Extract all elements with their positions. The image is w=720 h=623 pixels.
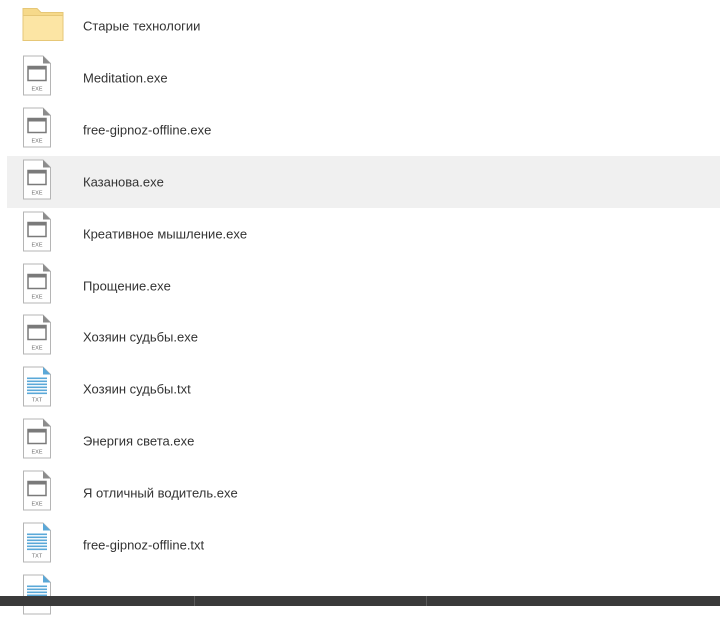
file-name: Meditation.exe [83,70,168,86]
file-row[interactable]: EXE Прощение.exe [7,260,720,312]
txt-file-icon: TXT [22,522,52,569]
exe-file-icon: EXE [22,470,52,517]
folder-icon [22,6,64,47]
file-name: Хозяин судьбы.txt [83,381,191,397]
exe-file-icon: EXE [22,211,52,258]
file-type-badge: EXE [31,243,42,249]
exe-file-icon: EXE [22,314,52,361]
file-row[interactable]: EXE Креативное мышление.exe [7,208,720,260]
file-row[interactable]: Старые технологии [7,0,720,52]
file-type-badge: EXE [31,346,42,352]
file-name: Креативное мышление.exe [83,226,248,242]
file-type-badge: EXE [31,502,42,508]
bottom-bar-divider [194,596,195,606]
file-type-badge: EXE [31,450,42,456]
exe-file-icon: EXE [22,55,52,102]
file-name: Энергия света.exe [83,433,195,449]
file-type-badge: EXE [31,87,42,93]
bottom-bar-divider [426,596,427,606]
file-row[interactable]: EXE Я отличный водитель.exe [7,467,720,519]
file-row[interactable]: EXE free-gipnoz-offline.exe [7,104,720,156]
file-name: Хозяин судьбы.exe [83,329,198,345]
file-name: Прощение.exe [83,278,171,294]
file-type-badge: EXE [31,295,42,301]
exe-file-icon: EXE [22,107,52,154]
exe-file-icon: EXE [22,418,52,465]
file-row[interactable]: TXT Хозяин судьбы.txt [7,363,720,415]
file-type-badge: EXE [31,191,42,197]
exe-file-icon: EXE [22,263,52,310]
file-row[interactable]: EXE Энергия света.exe [7,415,720,467]
file-row[interactable]: TXT free-gipnoz-offline.txt [7,519,720,571]
exe-file-icon: EXE [22,159,52,206]
txt-file-icon: TXT [22,366,52,413]
file-row[interactable]: EXE Meditation.exe [7,52,720,104]
file-name: Я отличный водитель.exe [83,485,238,501]
file-name: Казанова.exe [83,174,164,190]
file-name: free-gipnoz-offline.exe [83,122,212,138]
file-type-badge: TXT [32,554,43,560]
file-row[interactable]: EXE Хозяин судьбы.exe [7,311,720,363]
file-type-badge: EXE [31,139,42,145]
file-row[interactable]: EXE Казанова.exe [7,156,720,208]
file-type-badge: TXT [32,398,43,404]
file-name: free-gipnoz-offline.txt [83,537,205,553]
file-name: Старые технологии [83,18,201,34]
bottom-bar [0,596,720,606]
